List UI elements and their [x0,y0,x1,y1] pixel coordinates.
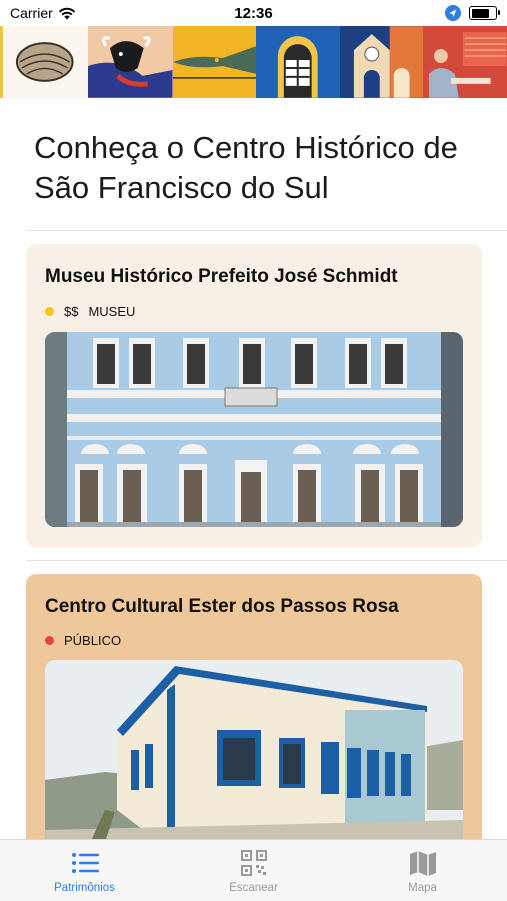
status-dot [45,307,54,316]
tab-patrimonios[interactable]: Patrimônios [0,840,169,901]
tab-mapa[interactable]: Mapa [338,840,507,901]
divider [26,230,507,231]
clock-tower-illustration [339,26,424,98]
category-label: PÚBLICO [64,633,122,648]
place-title: Museu Histórico Prefeito José Schmidt [45,266,398,287]
divider [26,560,507,561]
place-card[interactable]: Museu Histórico Prefeito José Schmidt $$… [26,244,482,547]
shell-illustration [0,26,89,98]
tab-label: Escanear [229,882,278,894]
battery-level [471,8,490,18]
place-meta: $$ MUSEU [45,304,135,319]
location-arrow-icon [445,5,461,21]
list-icon [71,853,99,873]
weaver-illustration [423,26,507,98]
tab-label: Patrimônios [54,882,115,894]
place-title: Centro Cultural Ester dos Passos Rosa [45,596,399,617]
qr-code-icon [240,850,267,876]
price-level: $$ [64,304,79,319]
place-card[interactable]: Centro Cultural Ester dos Passos Rosa PÚ… [26,574,482,854]
fish-illustration [172,26,257,98]
page-title: Conheça o Centro Histórico de São Franci… [34,130,458,205]
place-photo [45,660,463,854]
tab-label: Mapa [408,882,437,894]
hero-banner [0,26,507,98]
category-label: MUSEU [88,304,136,319]
carrier-label: Carrier [10,5,53,21]
place-meta: PÚBLICO [45,633,121,648]
tab-bar: Patrimônios Escanear Mapa [0,839,507,901]
tab-escanear[interactable]: Escanear [169,840,338,901]
wifi-icon [58,7,75,19]
bull-illustration [88,26,173,98]
place-photo [45,332,463,527]
map-icon [409,851,436,876]
status-dot [45,636,54,645]
clock: 12:36 [234,4,273,22]
status-bar: Carrier 12:36 [0,0,507,26]
battery-icon [469,6,500,20]
window-illustration [256,26,340,98]
